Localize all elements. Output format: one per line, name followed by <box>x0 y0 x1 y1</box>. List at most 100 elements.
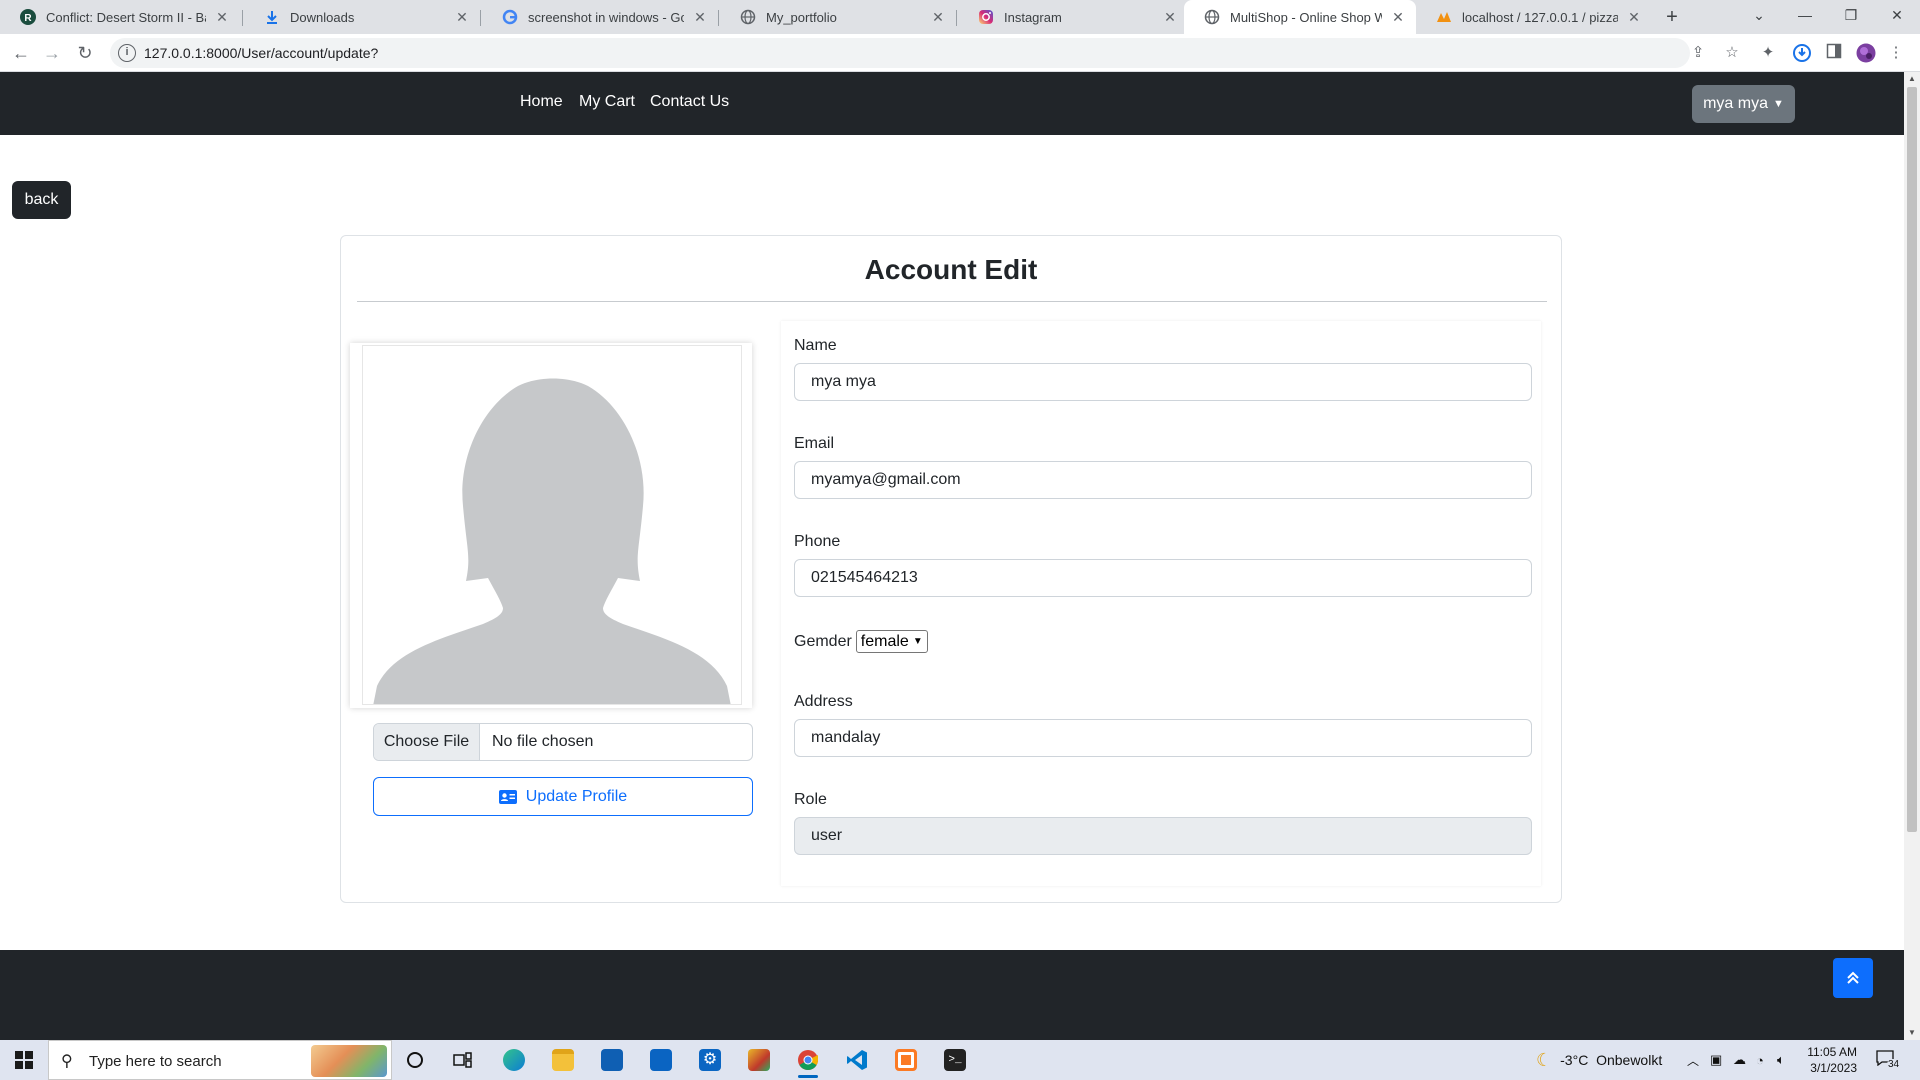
new-tab-icon[interactable]: + <box>1660 5 1684 29</box>
tab-search-icon[interactable]: ⌄ <box>1736 0 1782 30</box>
task-view-icon[interactable] <box>443 1044 483 1076</box>
extensions-puzzle-icon[interactable]: ✦ <box>1758 43 1778 63</box>
svg-text:R: R <box>24 13 32 24</box>
account-edit-card: Account Edit Choose File No file chosen … <box>340 235 1562 903</box>
double-chevron-up-icon <box>1847 971 1859 984</box>
page-scrollbar[interactable]: ▲ ▼ <box>1904 72 1920 1040</box>
tray-app-icon[interactable]: ▣ <box>1710 1040 1722 1080</box>
taskbar-search-box[interactable]: ⚲ Type here to search <box>48 1040 392 1080</box>
tab-title: Conflict: Desert Storm II - Back t <box>46 9 206 25</box>
windows-start-button[interactable] <box>0 1040 48 1080</box>
address-bar[interactable]: i 127.0.0.1:8000/User/account/update? ⇪ … <box>110 38 1739 68</box>
site-footer <box>0 950 1904 1040</box>
profile-avatar-icon[interactable] <box>1856 43 1876 63</box>
gender-row: Gemder female ▼ <box>794 630 928 653</box>
forward-arrow-icon[interactable]: → <box>40 41 64 65</box>
volume-icon[interactable]: 🔈︎ <box>1777 1040 1785 1080</box>
instagram-icon <box>978 9 994 25</box>
phpmyadmin-icon <box>1436 9 1452 25</box>
browser-tab[interactable]: Downloads ✕ <box>244 0 480 34</box>
notification-center-button[interactable]: 34 <box>1876 1050 1902 1072</box>
site-navbar: Home My Cart Contact Us mya mya ▼ <box>0 72 1904 135</box>
address-label: Address <box>794 693 853 710</box>
file-status-text: No file chosen <box>492 733 594 750</box>
email-input[interactable]: myamya@gmail.com <box>794 461 1532 499</box>
onedrive-cloud-icon[interactable]: ☁ <box>1733 1040 1746 1080</box>
close-tab-icon[interactable]: ✕ <box>214 9 230 26</box>
browser-tab-active[interactable]: MultiShop - Online Shop Websi ✕ <box>1184 0 1416 34</box>
tab-title: My_portfolio <box>766 9 837 25</box>
globe-icon <box>1204 9 1220 25</box>
female-avatar-placeholder-icon <box>373 378 731 704</box>
clock-date: 3/1/2023 <box>1810 1061 1857 1075</box>
gender-select[interactable]: female ▼ <box>855 630 928 653</box>
google-icon <box>502 9 518 25</box>
scroll-to-top-button[interactable] <box>1833 958 1873 998</box>
close-tab-icon[interactable]: ✕ <box>1390 9 1406 26</box>
back-button[interactable]: back <box>12 181 71 219</box>
microsoft-store-icon[interactable] <box>592 1044 632 1076</box>
network-icon[interactable]: ◔ <box>1756 1040 1764 1080</box>
role-input: user <box>794 817 1532 855</box>
download-status-icon[interactable] <box>1792 43 1812 63</box>
browser-tab[interactable]: My_portfolio ✕ <box>720 0 956 34</box>
nav-link-my-cart[interactable]: My Cart <box>579 93 635 111</box>
share-icon[interactable]: ⇪ <box>1688 43 1708 63</box>
address-url[interactable]: 127.0.0.1:8000/User/account/update? <box>144 45 378 61</box>
mail-icon[interactable] <box>641 1044 681 1076</box>
edge-browser-icon[interactable] <box>494 1044 534 1076</box>
reload-icon[interactable]: ↻ <box>73 41 97 65</box>
chrome-icon[interactable] <box>788 1044 828 1078</box>
tab-title: Downloads <box>290 9 355 25</box>
profile-photo-frame <box>350 343 752 708</box>
weather-text: -3°C Onbewolkt <box>1560 1052 1663 1068</box>
phone-input[interactable]: 021545464213 <box>794 559 1532 597</box>
address-input[interactable]: mandalay <box>794 719 1532 757</box>
taskbar-clock[interactable]: 11:05 AM 3/1/2023 <box>1795 1044 1857 1076</box>
browser-tab[interactable]: screenshot in windows - Google ✕ <box>482 0 718 34</box>
vscode-icon[interactable] <box>837 1044 877 1076</box>
profile-photo-file-input[interactable]: Choose File No file chosen <box>373 723 753 761</box>
user-dropdown-button[interactable]: mya mya ▼ <box>1692 85 1795 123</box>
gender-label: Gemder <box>794 632 852 650</box>
update-profile-button[interactable]: Update Profile <box>373 777 753 816</box>
file-explorer-icon[interactable] <box>543 1044 583 1076</box>
side-panel-icon[interactable] <box>1824 43 1844 63</box>
browser-tab[interactable]: Instagram ✕ <box>958 0 1188 34</box>
email-label: Email <box>794 435 835 452</box>
minimize-icon[interactable]: — <box>1782 0 1828 30</box>
nav-link-home[interactable]: Home <box>520 93 563 111</box>
back-arrow-icon[interactable]: ← <box>9 41 33 65</box>
terminal-icon[interactable]: >_ <box>935 1044 975 1076</box>
scroll-up-arrow-icon[interactable]: ▲ <box>1904 72 1920 86</box>
close-window-icon[interactable]: ✕ <box>1874 0 1920 30</box>
show-hidden-icons-icon[interactable]: ︿ <box>1687 1040 1699 1080</box>
scrollbar-thumb[interactable] <box>1907 87 1917 832</box>
role-label: Role <box>794 791 827 808</box>
restore-icon[interactable]: ❐ <box>1828 0 1874 30</box>
bookmark-star-icon[interactable]: ☆ <box>1722 43 1742 63</box>
gender-selected-value: female <box>860 632 909 650</box>
browser-toolbar: ← → ↻ i 127.0.0.1:8000/User/account/upda… <box>0 34 1920 72</box>
choose-file-button[interactable]: Choose File <box>374 724 480 760</box>
clock-time: 11:05 AM <box>1807 1045 1857 1059</box>
weather-widget[interactable]: ☾ -3°C Onbewolkt <box>1536 1040 1662 1080</box>
close-tab-icon[interactable]: ✕ <box>692 9 708 26</box>
close-tab-icon[interactable]: ✕ <box>1626 9 1642 26</box>
close-tab-icon[interactable]: ✕ <box>454 9 470 26</box>
browser-tab-strip: R Conflict: Desert Storm II - Back t ✕ D… <box>0 0 1920 34</box>
close-tab-icon[interactable]: ✕ <box>1162 9 1178 26</box>
browser-tab[interactable]: R Conflict: Desert Storm II - Back t ✕ <box>0 0 240 34</box>
browser-menu-icon[interactable]: ⋮ <box>1886 43 1906 63</box>
game-app-icon[interactable] <box>739 1044 779 1076</box>
browser-tab[interactable]: localhost / 127.0.0.1 / pizza_ord ✕ <box>1416 0 1652 34</box>
page-title: Account Edit <box>864 254 1038 285</box>
xampp-icon[interactable] <box>886 1044 926 1076</box>
cortana-icon[interactable] <box>395 1044 435 1076</box>
nav-link-contact-us[interactable]: Contact Us <box>650 93 729 111</box>
site-info-icon[interactable]: i <box>118 44 136 62</box>
scroll-down-arrow-icon[interactable]: ▼ <box>1904 1026 1920 1040</box>
settings-gear-icon[interactable]: ⚙ <box>690 1044 730 1076</box>
close-tab-icon[interactable]: ✕ <box>930 9 946 26</box>
name-input[interactable]: mya mya <box>794 363 1532 401</box>
